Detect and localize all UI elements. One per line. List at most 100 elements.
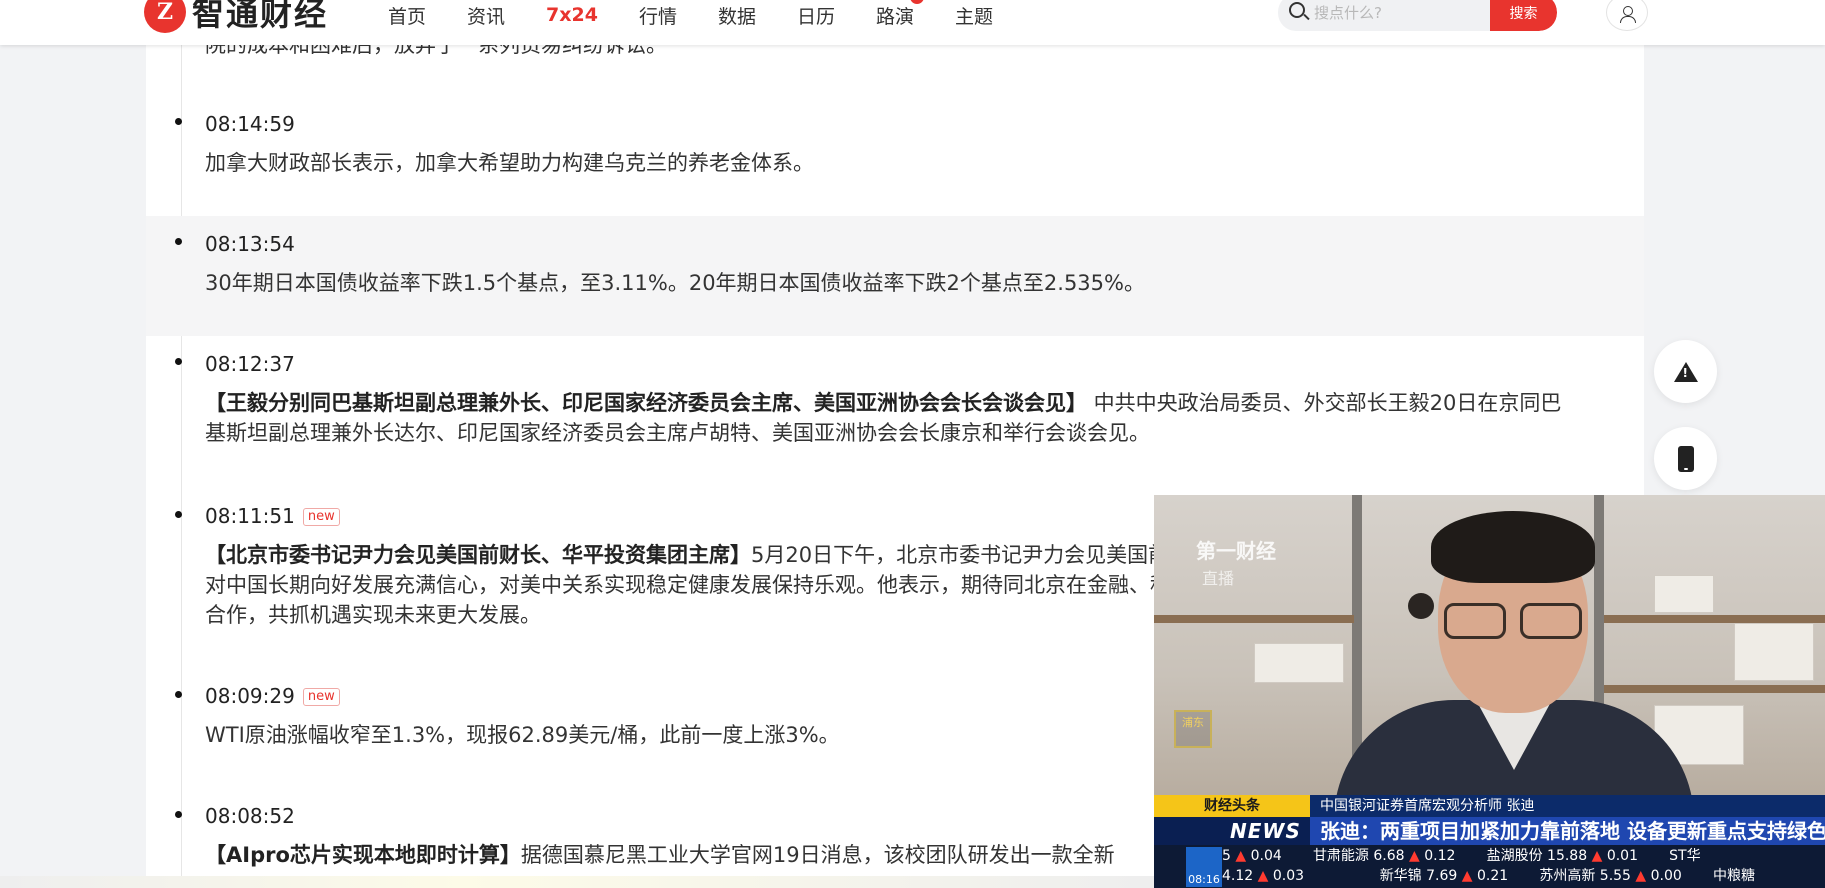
timeline-dot-icon: [175, 238, 182, 245]
report-button[interactable]: [1654, 340, 1717, 403]
stock-ticker: 08:16 5 ▲ 0.04 甘肃能源 6.68 ▲ 0.12 盐湖股份 15.…: [1154, 845, 1825, 888]
ticker-change: 0.12: [1424, 848, 1456, 864]
video-headline: 张迪：两重项目加紧加力靠前落地 设备更新重点支持绿色低碳: [1320, 819, 1825, 843]
site-logo[interactable]: Z 智通财经: [144, 0, 328, 34]
up-arrow-icon: ▲: [1635, 868, 1647, 884]
main-nav: 首页 资讯 7x24 行情 数据 日历 路演 主题: [388, 0, 1034, 30]
headline-row: NEWS 张迪：两重项目加紧加力靠前落地 设备更新重点支持绿色低碳: [1154, 817, 1825, 845]
ticker-line-top: 5 ▲ 0.04 甘肃能源 6.68 ▲ 0.12 盐湖股份 15.88 ▲ 0…: [1222, 847, 1701, 866]
timeline-dot-icon: [175, 511, 182, 518]
program-tag: 财经头条: [1154, 795, 1310, 817]
background-shelf: [1604, 685, 1825, 693]
alert-icon: [1673, 361, 1698, 382]
feed-item[interactable]: 08:12:37 【王毅分别同巴基斯坦副总理兼外长、印尼国家经济委员会主席、美国…: [146, 336, 1644, 486]
item-text: 加拿大财政部长表示，加拿大希望助力构建乌克兰的养老金体系。: [205, 148, 1565, 178]
video-frame: 第一财经 直播 浦东: [1154, 495, 1825, 820]
browser-bottom-strip: [0, 876, 1154, 888]
search-button[interactable]: 搜索: [1490, 0, 1557, 31]
news-lower-third: 财经头条 中国银河证券首席宏观分析师 张迪 NEWS 张迪：两重项目加紧加力靠前…: [1154, 795, 1825, 888]
nav-item-data[interactable]: 数据: [718, 2, 756, 29]
timeline-dot-icon: [175, 358, 182, 365]
ticker-name: 盐湖股份: [1486, 848, 1543, 864]
item-body: 加拿大财政部长表示，加拿大希望助力构建乌克兰的养老金体系。: [205, 151, 814, 175]
feed-item[interactable]: 08:13:54 30年期日本国债收益率下跌1.5个基点，至3.11%。20年期…: [146, 216, 1644, 336]
background-books: [1734, 623, 1814, 681]
item-text: 30年期日本国债收益率下跌1.5个基点，至3.11%。20年期日本国债收益率下跌…: [205, 268, 1565, 298]
speaker-glasses: [1438, 603, 1588, 639]
ticker-value: 15.88: [1547, 848, 1588, 864]
ticker-value: 5.55: [1599, 868, 1631, 884]
new-badge: new: [302, 688, 340, 706]
ticker-name: ST华: [1669, 848, 1701, 864]
notification-dot-icon: [910, 0, 925, 4]
news-logo: NEWS: [1154, 817, 1310, 845]
studio-badge-icon: 浦东: [1174, 710, 1212, 748]
item-time: 08:12:37: [205, 352, 295, 376]
background-shelf: [1604, 615, 1825, 623]
nav-item-home[interactable]: 首页: [388, 2, 426, 29]
caption-row: 财经头条 中国银河证券首席宏观分析师 张迪: [1154, 795, 1825, 817]
item-title: 【AIpro芯片实现本地即时计算】: [205, 843, 521, 867]
up-arrow-icon: ▲: [1409, 848, 1420, 864]
nav-item-roadshow[interactable]: 路演: [876, 0, 925, 29]
search-icon: [1289, 2, 1305, 18]
logo-mark-icon: Z: [144, 0, 186, 33]
background-shelf: [1154, 615, 1354, 623]
new-badge: new: [302, 508, 340, 526]
up-arrow-icon: ▲: [1591, 848, 1603, 864]
ticker-value: 4.12: [1222, 868, 1254, 884]
up-arrow-icon: ▲: [1461, 868, 1473, 884]
ticker-name: 甘肃能源: [1312, 848, 1369, 864]
wall-clock: [1408, 593, 1434, 619]
up-arrow-icon: ▲: [1257, 868, 1269, 884]
ticker-change: 0.03: [1272, 868, 1305, 884]
broadcast-clock: 08:16: [1186, 847, 1222, 887]
item-title: 【王毅分别同巴基斯坦副总理兼外长、印尼国家经济委员会主席、美国亚洲协会会长会谈会…: [205, 391, 1087, 415]
nav-item-roadshow-label: 路演: [876, 5, 915, 28]
live-label: 直播: [1202, 569, 1235, 588]
top-navigation-bar: Z 智通财经 首页 资讯 7x24 行情 数据 日历 路演 主题 搜索: [0, 0, 1825, 45]
item-text: 【王毅分别同巴基斯坦副总理兼外长、印尼国家经济委员会主席、美国亚洲协会会长会谈会…: [205, 388, 1565, 448]
item-body: 30年期日本国债收益率下跌1.5个基点，至3.11%。20年期日本国债收益率下跌…: [205, 271, 1145, 295]
background-books: [1254, 643, 1344, 683]
ticker-name: 苏州高新: [1539, 868, 1596, 884]
logo-text: 智通财经: [192, 0, 329, 33]
ticker-change: 0.00: [1650, 868, 1682, 884]
item-time: 08:11:51: [205, 504, 295, 528]
ticker-line-bottom: 4.12 ▲ 0.03 新华锦 7.69 ▲ 0.21 苏州高新 5.55 ▲ …: [1222, 867, 1755, 886]
channel-watermark: 第一财经: [1196, 539, 1276, 563]
ticker-value: 7.69: [1426, 868, 1458, 884]
ticker-change: 0.21: [1477, 868, 1509, 884]
nav-item-calendar[interactable]: 日历: [797, 2, 835, 29]
item-body: 据德国慕尼黑工业大学官网19日消息，该校团队研发出一款全新: [520, 843, 1115, 867]
user-button[interactable]: [1606, 0, 1648, 31]
mobile-app-button[interactable]: [1654, 427, 1717, 490]
background-books: [1654, 575, 1714, 613]
timeline-dot-icon: [175, 118, 182, 125]
item-time: 08:14:59: [205, 112, 295, 136]
ticker-value: 6.68: [1373, 848, 1405, 864]
feed-item[interactable]: 08:14:59 加拿大财政部长表示，加拿大希望助力构建乌克兰的养老金体系。: [146, 96, 1644, 216]
timeline-dot-icon: [175, 691, 182, 698]
ticker-change: 0.04: [1250, 848, 1282, 864]
floating-video-player[interactable]: 第一财经 直播 浦东 财经头条 中国银河证券首席宏观分析师 张迪 NEWS 张迪…: [1154, 495, 1825, 888]
ticker-change: 0.01: [1606, 848, 1638, 864]
ticker-name: 中粮糖: [1712, 868, 1755, 884]
nav-item-market[interactable]: 行情: [639, 2, 677, 29]
ticker-value: 5: [1222, 848, 1231, 864]
nav-item-7x24[interactable]: 7x24: [546, 4, 598, 26]
item-time: 08:13:54: [205, 232, 295, 256]
item-title: 【北京市委书记尹力会见美国前财长、华平投资集团主席】: [205, 543, 751, 567]
item-time: 08:09:29: [205, 684, 295, 708]
user-icon: [1620, 5, 1636, 23]
search-input[interactable]: [1314, 0, 1484, 31]
timeline-dot-icon: [175, 811, 182, 818]
nav-item-topics[interactable]: 主题: [955, 2, 993, 29]
phone-icon: [1677, 445, 1694, 472]
search-box: 搜索: [1278, 0, 1557, 31]
nav-item-news[interactable]: 资讯: [467, 2, 505, 29]
up-arrow-icon: ▲: [1235, 848, 1247, 864]
ticker-name: 新华锦: [1379, 868, 1422, 884]
speaker-hair: [1431, 511, 1595, 583]
guest-caption: 中国银河证券首席宏观分析师 张迪: [1320, 798, 1535, 814]
